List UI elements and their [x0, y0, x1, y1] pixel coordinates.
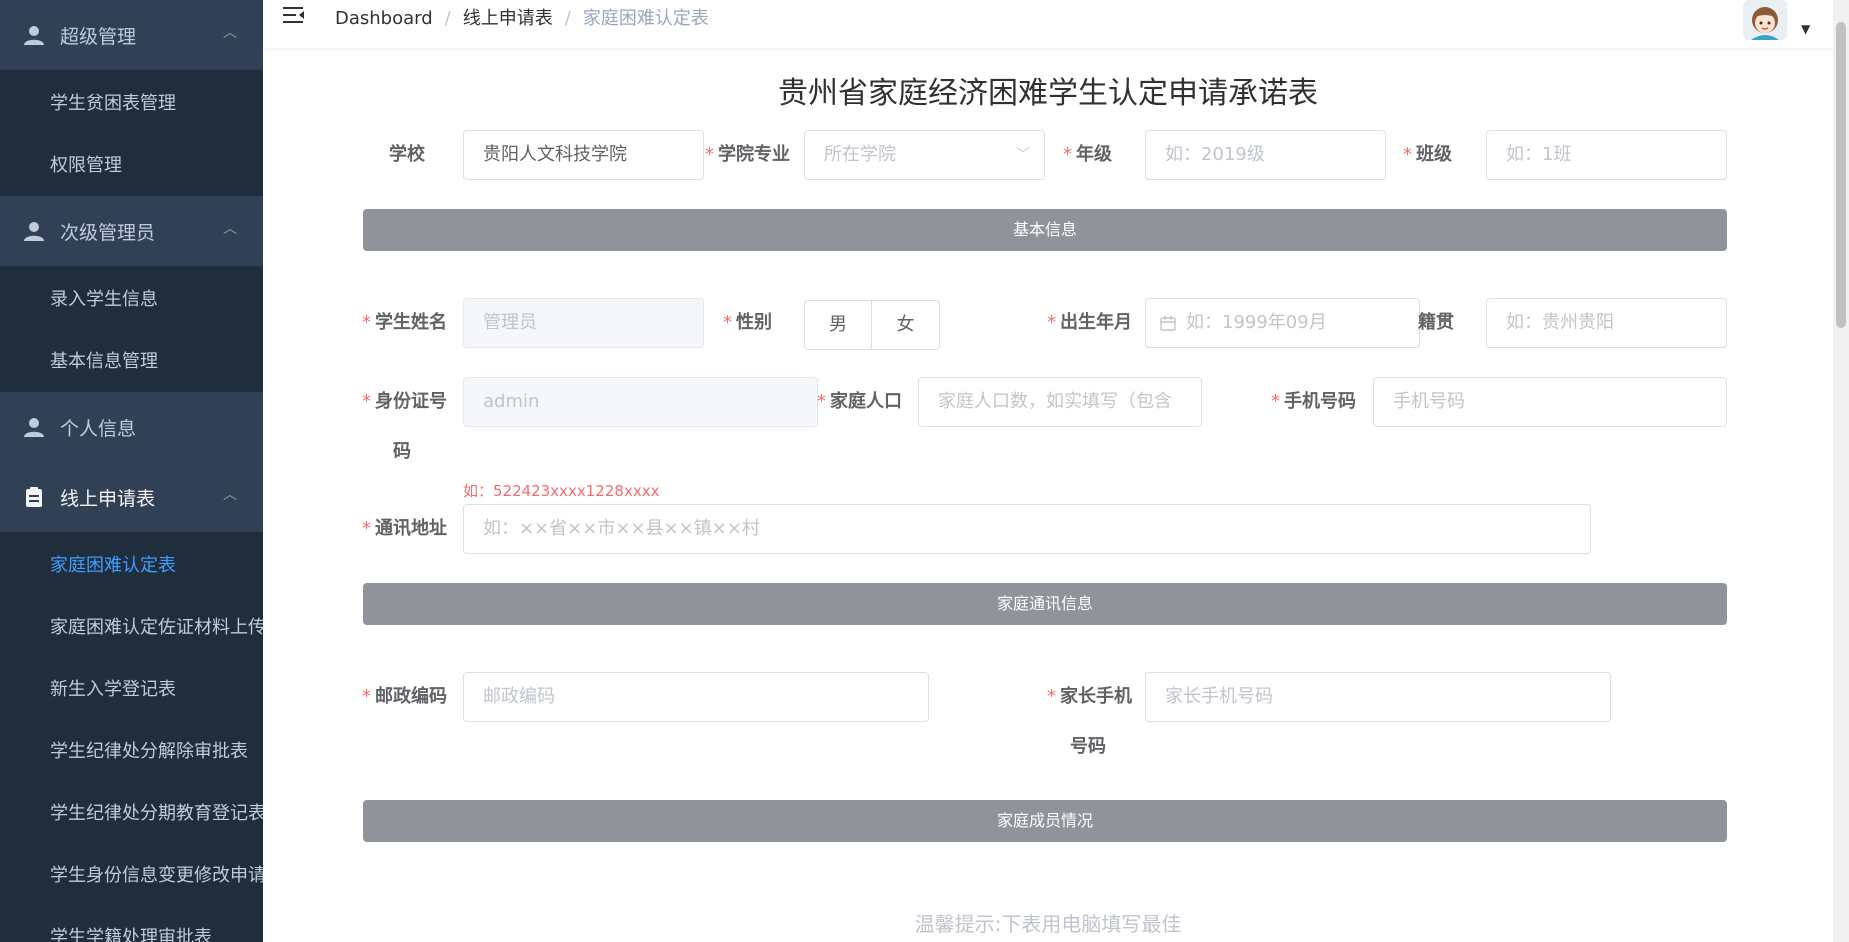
- sidebar-item-label: 基本信息管理: [50, 351, 158, 372]
- menu-group-label: 次级管理员: [60, 222, 156, 244]
- grade-input[interactable]: 如：2019级: [1145, 130, 1386, 180]
- sidebar-item-label: 学生贫困表管理: [50, 93, 176, 114]
- section-basic-info: 基本信息: [363, 209, 1727, 251]
- student-name-label: * 学生姓名: [362, 312, 447, 333]
- user-icon: [24, 418, 44, 437]
- birth-date-placeholder: 如：1999年09月: [1186, 312, 1327, 333]
- tip-text: 温馨提示:下表用电脑填写最佳: [914, 912, 1182, 936]
- navbar: Dashboard / 线上申请表 / 家庭困难认定表: [263, 0, 1833, 48]
- menu-group-super-admin[interactable]: 超级管理 ︿: [0, 0, 263, 70]
- sidebar-item-label: 学生身份信息变更修改申请表: [50, 865, 263, 886]
- breadcrumb-separator: /: [564, 8, 571, 29]
- menu-group-label: 超级管理: [60, 26, 137, 48]
- menu-group-label: 个人信息: [60, 418, 137, 440]
- gender-female-button[interactable]: 女: [872, 300, 940, 350]
- scrollbar-thumb[interactable]: [1836, 22, 1846, 328]
- major-select[interactable]: 所在学院 ﹀: [804, 130, 1045, 180]
- class-label: * 班级: [1403, 144, 1452, 165]
- user-icon: [24, 26, 44, 45]
- birth-date-picker[interactable]: 如：1999年09月: [1145, 298, 1420, 348]
- parent-phone-label: * 家长手机: [1047, 686, 1132, 707]
- chevron-up-icon: ︿: [223, 25, 237, 41]
- phone-label: * 手机号码: [1271, 391, 1356, 412]
- sidebar-item-label: 家庭困难认定表: [50, 555, 176, 576]
- sidebar-item-identity-change[interactable]: 学生身份信息变更修改申请表: [0, 842, 263, 904]
- breadcrumb-item-online-forms[interactable]: 线上申请表: [463, 8, 553, 29]
- postcode-input[interactable]: 邮政编码: [463, 672, 929, 722]
- sidebar-item-enter-student[interactable]: 录入学生信息: [0, 266, 263, 328]
- school-input[interactable]: 贵阳人文科技学院: [463, 130, 704, 180]
- id-number-hint: 如：522423xxxx1228xxxx: [463, 482, 660, 500]
- breadcrumb-separator: /: [444, 8, 451, 29]
- id-number-label-wrap: 码: [393, 441, 411, 462]
- menu-group-label: 线上申请表: [60, 488, 156, 510]
- student-name-input[interactable]: 管理员: [463, 298, 704, 348]
- sidebar-item-discipline-release[interactable]: 学生纪律处分解除审批表: [0, 718, 263, 780]
- sidebar-item-evidence-upload[interactable]: 家庭困难认定佐证材料上传: [0, 594, 263, 656]
- address-input[interactable]: 如：××省××市××县××镇××村: [463, 504, 1591, 554]
- breadcrumb-item-current: 家庭困难认定表: [582, 8, 709, 29]
- parent-phone-label-wrap: 号码: [1070, 736, 1106, 757]
- sidebar-item-status-approval[interactable]: 学生学籍处理审批表: [0, 904, 263, 942]
- sidebar-item-label: 学生纪律处分解除审批表: [50, 741, 248, 762]
- parent-phone-input[interactable]: 家长手机号码: [1145, 672, 1611, 722]
- caret-down-icon[interactable]: ▼: [1801, 22, 1810, 36]
- sidebar-item-basic-info[interactable]: 基本信息管理: [0, 328, 263, 390]
- sidebar-item-label: 权限管理: [50, 155, 122, 176]
- user-icon: [24, 222, 44, 241]
- sidebar: 超级管理 ︿ 学生贫困表管理 权限管理 次级管理员 ︿ 录入学生信息 基本信息管…: [0, 0, 263, 942]
- native-place-label: 籍贯: [1418, 312, 1454, 333]
- sidebar-item-label: 录入学生信息: [50, 289, 158, 310]
- class-input[interactable]: 如：1班: [1486, 130, 1727, 180]
- major-label: * 学院专业: [705, 144, 790, 165]
- native-place-input[interactable]: 如：贵州贵阳: [1486, 298, 1727, 348]
- clipboard-icon: [26, 487, 42, 507]
- phone-input[interactable]: 手机号码: [1373, 377, 1727, 427]
- sidebar-item-permissions[interactable]: 权限管理: [0, 132, 263, 194]
- family-size-input[interactable]: 家庭人口数，如实填写（包含: [918, 377, 1202, 427]
- chevron-up-icon: ︿: [223, 487, 237, 503]
- sidebar-item-label: 家庭困难认定佐证材料上传: [50, 617, 263, 638]
- sidebar-item-family-difficulty[interactable]: 家庭困难认定表: [0, 532, 263, 594]
- gender-male-button[interactable]: 男: [804, 300, 872, 350]
- menu-group-personal-info[interactable]: 个人信息: [0, 392, 263, 462]
- section-family-members: 家庭成员情况: [363, 800, 1727, 842]
- sidebar-item-enrollment[interactable]: 新生入学登记表: [0, 656, 263, 718]
- id-number-input[interactable]: admin: [463, 377, 818, 427]
- sidebar-item-poverty-table[interactable]: 学生贫困表管理: [0, 70, 263, 132]
- sidebar-item-label: 学生纪律处分期教育登记表: [50, 803, 263, 824]
- address-label: * 通讯地址: [362, 518, 447, 539]
- sidebar-item-discipline-education[interactable]: 学生纪律处分期教育登记表: [0, 780, 263, 842]
- family-size-label: * 家庭人口: [817, 391, 902, 412]
- birth-label: * 出生年月: [1047, 312, 1132, 333]
- sidebar-item-label: 新生入学登记表: [50, 679, 176, 700]
- chevron-down-icon: ﹀: [1016, 147, 1030, 163]
- id-number-label: * 身份证号: [362, 391, 447, 412]
- avatar[interactable]: [1743, 0, 1787, 40]
- menu-group-online-forms[interactable]: 线上申请表 ︿: [0, 462, 263, 532]
- school-label: 学校: [389, 144, 425, 165]
- sidebar-item-label: 学生学籍处理审批表: [50, 927, 212, 942]
- gender-radio-group: 男 女: [804, 300, 940, 350]
- gender-label: * 性别: [723, 312, 772, 333]
- page-title: 贵州省家庭经济困难学生认定申请承诺表: [778, 76, 1318, 111]
- menu-fold-icon[interactable]: [283, 5, 305, 25]
- chevron-up-icon: ︿: [223, 221, 237, 237]
- grade-label: * 年级: [1063, 144, 1112, 165]
- postcode-label: * 邮政编码: [362, 686, 447, 707]
- menu-group-sub-admin[interactable]: 次级管理员 ︿: [0, 196, 263, 266]
- section-family-contact: 家庭通讯信息: [363, 583, 1727, 625]
- avatar-image: [1743, 0, 1787, 40]
- breadcrumb: Dashboard / 线上申请表 / 家庭困难认定表: [335, 4, 709, 30]
- calendar-icon: [1160, 316, 1176, 331]
- breadcrumb-item-dashboard[interactable]: Dashboard: [335, 8, 433, 29]
